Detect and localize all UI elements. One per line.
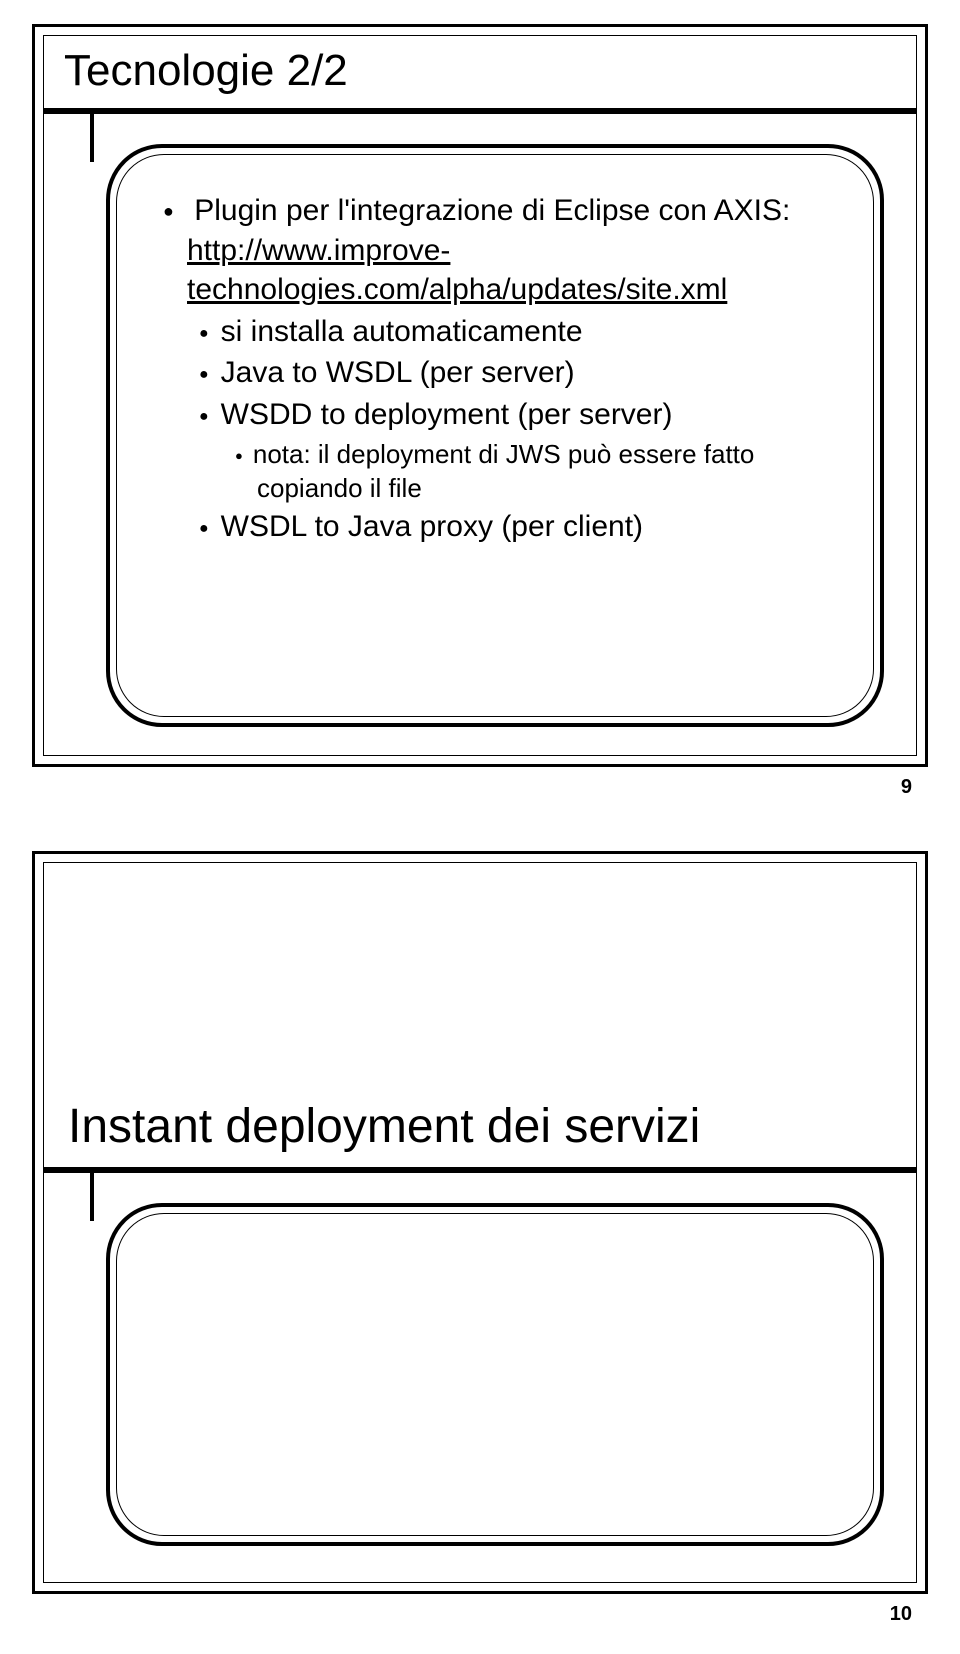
bullet-level2: Java to WSDL (per server) (163, 353, 833, 393)
slide-outer-frame: Tecnologie 2/2 Plugin per l'integrazione… (32, 24, 928, 767)
bullet-level2: WSDD to deployment (per server) (163, 395, 833, 435)
title-stub (90, 108, 94, 162)
bullet-level2: WSDL to Java proxy (per client) (163, 507, 833, 547)
content-card-outer (106, 1203, 884, 1546)
bullet-level2: si installa automaticamente (163, 312, 833, 352)
bullet-text: Plugin per l'integrazione di Eclipse con… (194, 194, 790, 227)
title-stub (90, 1167, 94, 1221)
title-divider (44, 1167, 916, 1173)
page-number: 10 (890, 1603, 912, 1626)
content-card-inner: Plugin per l'integrazione di Eclipse con… (116, 154, 874, 717)
slide-outer-frame: Instant deployment dei servizi (32, 851, 928, 1594)
bullet-level1: Plugin per l'integrazione di Eclipse con… (163, 191, 833, 310)
slide-inner-frame: Instant deployment dei servizi (43, 862, 917, 1583)
content-card-outer: Plugin per l'integrazione di Eclipse con… (106, 144, 884, 727)
slide-inner-frame: Tecnologie 2/2 Plugin per l'integrazione… (43, 35, 917, 756)
slide-title: Instant deployment dei servizi (68, 1099, 700, 1154)
bullet-list: Plugin per l'integrazione di Eclipse con… (163, 191, 833, 547)
bullet-level3: nota: il deployment di JWS può essere fa… (163, 437, 833, 506)
title-divider (44, 108, 916, 114)
page-number: 9 (901, 776, 912, 799)
slide-title: Tecnologie 2/2 (64, 46, 348, 96)
content-card-inner (116, 1213, 874, 1536)
link-text: http://www.improve-technologies.com/alph… (187, 234, 727, 307)
